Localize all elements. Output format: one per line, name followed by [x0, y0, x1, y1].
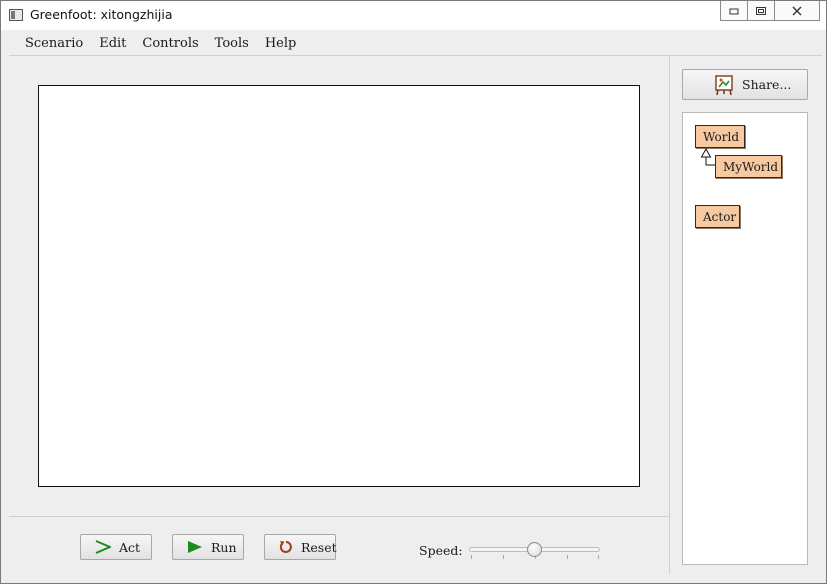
act-button[interactable]: Act: [80, 534, 152, 560]
run-icon: [187, 540, 203, 554]
world-canvas[interactable]: [38, 85, 640, 487]
act-icon: [95, 540, 111, 554]
greenfoot-window: Greenfoot: xitongzhijia Scenario Edit Co…: [0, 0, 827, 584]
title-bar: Greenfoot: xitongzhijia: [1, 1, 826, 30]
close-icon: [792, 6, 802, 15]
class-actor[interactable]: Actor: [695, 205, 740, 228]
controls-divider: [9, 516, 669, 517]
run-label: Run: [211, 539, 237, 555]
inheritance-arrow-icon: [700, 148, 715, 166]
menu-tools[interactable]: Tools: [207, 36, 257, 51]
share-label: Share...: [742, 77, 792, 92]
share-button[interactable]: Share...: [682, 69, 808, 100]
menu-edit[interactable]: Edit: [91, 36, 134, 51]
class-myworld[interactable]: MyWorld: [715, 155, 782, 178]
speed-slider-thumb[interactable]: [527, 542, 542, 557]
act-label: Act: [119, 539, 141, 555]
class-world[interactable]: World: [695, 125, 745, 148]
minimize-button[interactable]: [720, 1, 748, 21]
reset-icon: [279, 540, 293, 554]
easel-icon: [714, 74, 734, 96]
class-diagram-panel: [682, 112, 808, 565]
menu-bar: Scenario Edit Controls Tools Help: [9, 31, 822, 56]
close-button[interactable]: [774, 1, 820, 21]
speed-label: Speed:: [419, 543, 463, 558]
reset-button[interactable]: Reset: [264, 534, 337, 560]
restore-icon: [756, 6, 766, 15]
reset-label: Reset: [301, 539, 337, 555]
menu-controls[interactable]: Controls: [134, 36, 206, 51]
app-icon: [9, 9, 23, 21]
minimize-icon: [729, 8, 739, 14]
restore-button[interactable]: [747, 1, 775, 21]
menu-scenario[interactable]: Scenario: [17, 36, 91, 51]
window-controls: [720, 1, 820, 21]
panel-divider: [669, 57, 670, 574]
window-title: Greenfoot: xitongzhijia: [30, 7, 173, 22]
menu-help[interactable]: Help: [257, 36, 305, 51]
run-button[interactable]: Run: [172, 534, 244, 560]
